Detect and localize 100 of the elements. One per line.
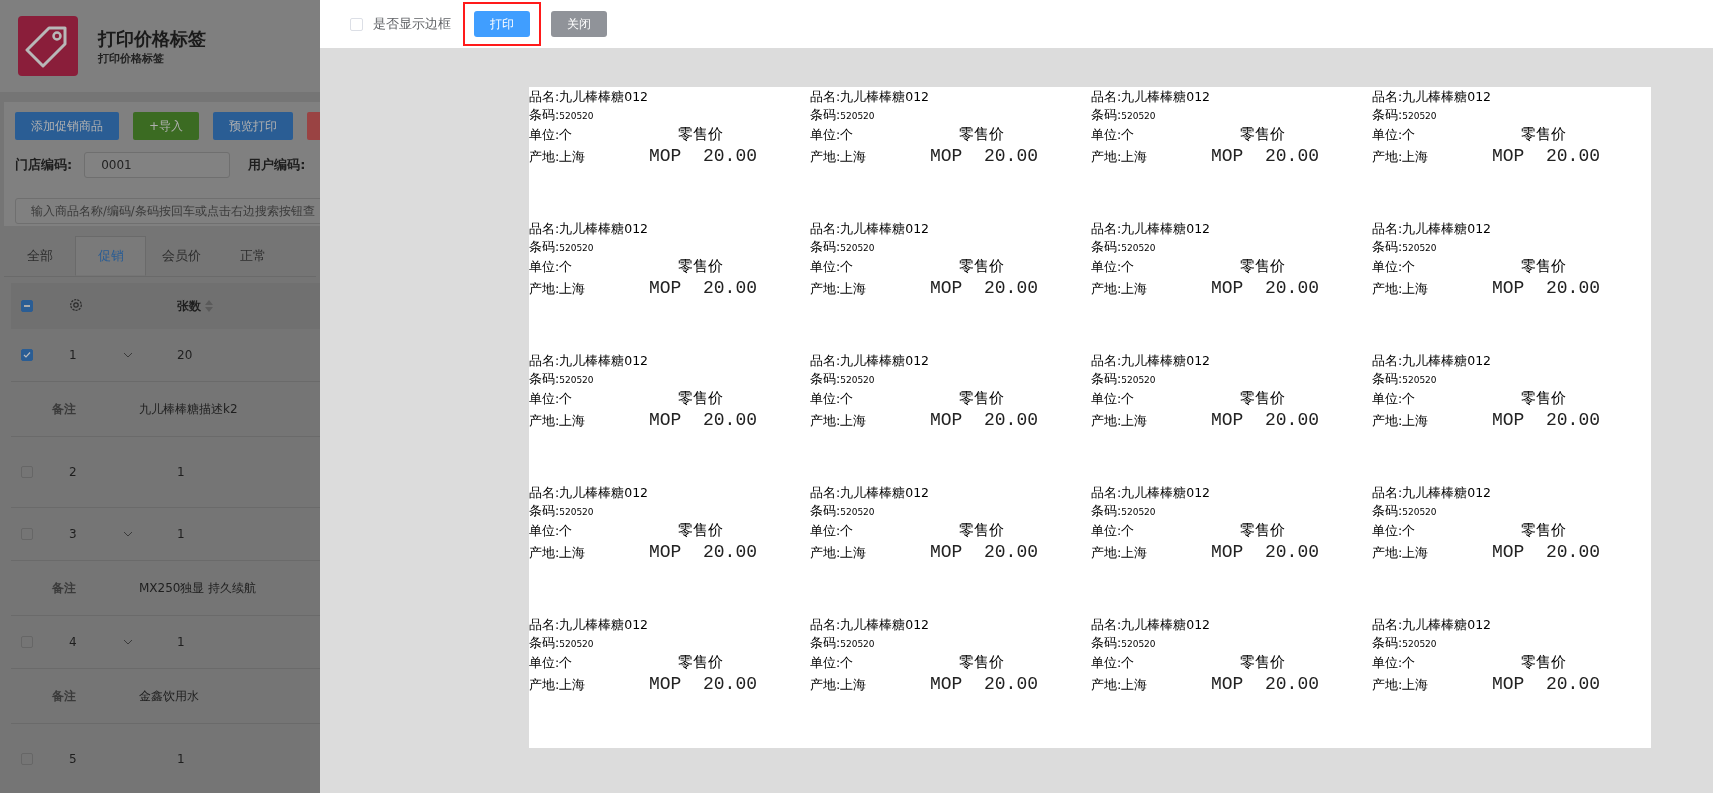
barcode-value: 520520	[1121, 243, 1156, 253]
unit-text: 单位:个	[810, 655, 855, 672]
remark-label: 备注	[51, 687, 77, 705]
column-header: 张数	[177, 297, 201, 315]
barcode-label: 条码:	[810, 503, 841, 520]
barcode-value: 520520	[840, 639, 875, 649]
barcode-value: 520520	[1121, 375, 1156, 385]
table-cell-text: 3	[69, 527, 78, 541]
price-text: MOP 20.00	[649, 146, 758, 166]
row-checkbox[interactable]	[21, 349, 33, 361]
product-name: 品名:九儿棒棒糖012	[1372, 221, 1492, 238]
checkbox[interactable]	[350, 17, 363, 31]
select-all-checkbox[interactable]	[21, 300, 33, 312]
barcode-label: 条码:	[529, 503, 560, 520]
barcode-value: 520520	[1121, 111, 1156, 121]
price-text: MOP 20.00	[649, 278, 758, 298]
table-cell: 1	[177, 527, 185, 541]
unit-text: 单位:个	[1372, 523, 1417, 540]
barcode-label: 条码:	[810, 371, 841, 388]
price-text: MOP 20.00	[930, 542, 1039, 562]
unit-text: 单位:个	[810, 391, 855, 408]
barcode-value: 520520	[1402, 375, 1437, 385]
price-title: 零售价	[678, 125, 723, 144]
barcode-label: 条码:	[1372, 107, 1403, 124]
price-title: 零售价	[959, 257, 1004, 276]
product-name: 品名:九儿棒棒糖012	[1091, 221, 1211, 238]
product-name: 品名:九儿棒棒糖012	[810, 485, 930, 502]
unit-text: 单位:个	[529, 127, 574, 144]
tab[interactable]: 会员价	[146, 236, 217, 276]
barcode-label: 条码:	[529, 239, 560, 256]
tab[interactable]: 全部	[4, 236, 75, 276]
price-text: MOP 20.00	[649, 410, 758, 430]
barcode-label: 条码:	[810, 635, 841, 652]
origin-text: 产地:上海	[1091, 280, 1149, 298]
table-cell-text: 4	[69, 635, 78, 649]
barcode-label: 条码:	[1091, 239, 1122, 256]
toolbar-button[interactable]: 添加促销商品	[15, 112, 119, 140]
tab[interactable]: 正常	[217, 236, 288, 276]
price-text: MOP 20.00	[1211, 542, 1320, 562]
origin-text: 产地:上海	[529, 148, 587, 166]
price-title: 零售价	[1521, 125, 1566, 144]
barcode-value: 520520	[1402, 111, 1437, 121]
product-name: 品名:九儿棒棒糖012	[529, 617, 649, 634]
product-name: 品名:九儿棒棒糖012	[1372, 89, 1492, 106]
unit-text: 单位:个	[1372, 655, 1417, 672]
chevron-down-icon[interactable]	[123, 639, 133, 645]
price-text: MOP 20.00	[1492, 410, 1601, 430]
chevron-down-icon[interactable]	[123, 352, 133, 358]
table-cell: 1	[177, 465, 185, 479]
barcode-label: 条码:	[1372, 239, 1403, 256]
print-button[interactable]: 打印	[474, 11, 530, 37]
barcode-value: 520520	[559, 639, 594, 649]
price-text: MOP 20.00	[1492, 146, 1601, 166]
price-title: 零售价	[959, 389, 1004, 408]
toolbar-button[interactable]: +导入	[133, 112, 200, 140]
product-name: 品名:九儿棒棒糖012	[810, 353, 930, 370]
barcode-value: 520520	[559, 507, 594, 517]
price-text: MOP 20.00	[649, 542, 758, 562]
origin-text: 产地:上海	[1372, 148, 1430, 166]
search-field[interactable]: 输入商品名称/编码/条码按回车或点击右边搜索按钮查	[15, 198, 320, 224]
price-text: MOP 20.00	[930, 278, 1039, 298]
unit-text: 单位:个	[1091, 259, 1136, 276]
product-name: 品名:九儿棒棒糖012	[810, 221, 930, 238]
barcode-value: 520520	[1121, 639, 1156, 649]
product-name: 品名:九儿棒棒糖012	[529, 221, 649, 238]
table-cell-text: 5	[69, 752, 78, 766]
barcode-label: 条码:	[1091, 371, 1122, 388]
barcode-value: 520520	[1402, 639, 1437, 649]
price-text: MOP 20.00	[1211, 410, 1320, 430]
origin-text: 产地:上海	[1372, 280, 1430, 298]
price-text: MOP 20.00	[1211, 146, 1320, 166]
barcode-value: 520520	[1121, 507, 1156, 517]
remark-text: MX250独显 持久续航	[139, 579, 257, 597]
remark-text: 九儿棒棒糖描述k2	[139, 400, 238, 418]
barcode-label: 条码:	[529, 107, 560, 124]
origin-text: 产地:上海	[1091, 412, 1149, 430]
price-text: MOP 20.00	[1492, 674, 1601, 694]
barcode-value: 520520	[840, 375, 875, 385]
toolbar-button[interactable]: 预览打印	[213, 112, 294, 140]
chevron-down-icon[interactable]	[123, 531, 133, 537]
product-name: 品名:九儿棒棒糖012	[1372, 485, 1492, 502]
barcode-label: 条码:	[1091, 503, 1122, 520]
price-text: MOP 20.00	[649, 674, 758, 694]
unit-text: 单位:个	[810, 259, 855, 276]
store-code-field[interactable]: 0001	[84, 152, 231, 178]
unit-text: 单位:个	[1091, 655, 1136, 672]
unit-text: 单位:个	[810, 127, 855, 144]
unit-text: 单位:个	[529, 655, 574, 672]
price-text: MOP 20.00	[1492, 542, 1601, 562]
unit-text: 单位:个	[529, 391, 574, 408]
price-title: 零售价	[1521, 653, 1566, 672]
product-name: 品名:九儿棒棒糖012	[529, 89, 649, 106]
origin-text: 产地:上海	[1091, 148, 1149, 166]
table-cell-text: 1	[69, 348, 78, 362]
unit-text: 单位:个	[529, 259, 574, 276]
price-title: 零售价	[1240, 257, 1285, 276]
settings-icon[interactable]	[69, 297, 83, 312]
close-button[interactable]: 关闭	[551, 11, 607, 37]
price-text: MOP 20.00	[1211, 674, 1320, 694]
product-name: 品名:九儿棒棒糖012	[810, 617, 930, 634]
